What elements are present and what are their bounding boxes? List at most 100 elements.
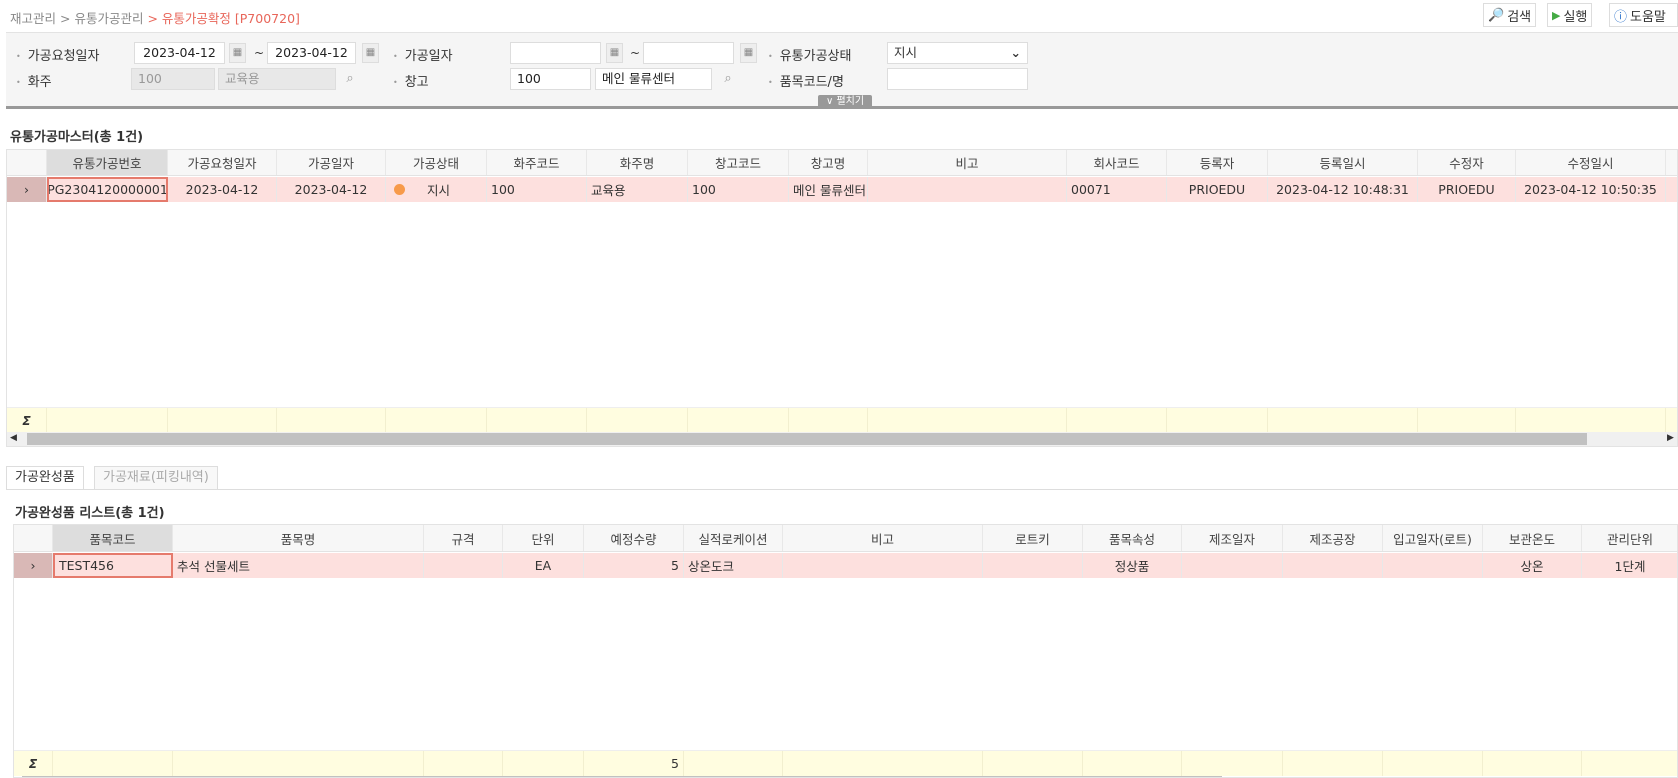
status-select[interactable]: 지시 ⌄ bbox=[887, 42, 1028, 64]
column-header[interactable]: 수정자 bbox=[1418, 150, 1516, 175]
column-header[interactable]: 제조공장 bbox=[1283, 525, 1383, 551]
column-header[interactable]: 입고일자(로트) bbox=[1383, 525, 1483, 551]
run-button[interactable]: ▶ 실행 bbox=[1547, 3, 1593, 27]
column-header[interactable]: 품목속성 bbox=[1083, 525, 1182, 551]
search-button[interactable]: 🔎 검색 bbox=[1483, 3, 1537, 27]
status-cell[interactable]: 지시 bbox=[386, 177, 487, 202]
column-header[interactable]: 비고 bbox=[868, 150, 1067, 175]
breadcrumb-item[interactable]: 유통가공관리 bbox=[74, 11, 143, 26]
column-header[interactable]: 화주명 bbox=[587, 150, 688, 175]
warehouse-name-input[interactable]: 메인 물류센터 bbox=[595, 68, 712, 90]
warehouse-code-input[interactable]: 100 bbox=[510, 68, 591, 90]
proc-date-from-input[interactable] bbox=[510, 42, 601, 64]
expand-button[interactable]: ∨ 펼치기 bbox=[818, 95, 872, 109]
column-header[interactable]: 단위 bbox=[503, 525, 584, 551]
cell[interactable]: EA bbox=[503, 553, 584, 578]
cell[interactable] bbox=[983, 553, 1083, 578]
cell[interactable]: 100 bbox=[487, 177, 587, 202]
cell[interactable]: 2023-04-12 bbox=[277, 177, 386, 202]
tab-materials[interactable]: 가공재료(피킹내역) bbox=[94, 466, 218, 490]
column-header[interactable]: 예정수량 bbox=[584, 525, 684, 551]
column-header[interactable]: 보관온도 bbox=[1483, 525, 1582, 551]
cell[interactable] bbox=[424, 553, 503, 578]
cell[interactable]: TEST456 bbox=[53, 553, 173, 578]
column-header[interactable]: 비고 bbox=[783, 525, 983, 551]
column-header[interactable]: 회사코드 bbox=[1067, 150, 1167, 175]
table-row[interactable]: › TEST456 추석 선물세트 EA 5 상온도크 정상품 상온 1단계 bbox=[14, 553, 1677, 578]
chevron-down-icon: ∨ bbox=[825, 96, 837, 107]
magnifier-icon: 🔎 bbox=[1488, 7, 1505, 23]
cell[interactable] bbox=[868, 177, 1067, 202]
owner-code-input[interactable]: 100 bbox=[131, 68, 215, 90]
breadcrumb-item[interactable]: 재고관리 bbox=[10, 11, 56, 26]
cell[interactable] bbox=[1283, 553, 1383, 578]
cell[interactable]: 00071 bbox=[1067, 177, 1167, 202]
help-button[interactable]: ⓘ 도움말 bbox=[1609, 3, 1678, 27]
cell[interactable]: 추석 선물세트 bbox=[173, 553, 424, 578]
column-header[interactable]: 유통가공번호 bbox=[47, 150, 168, 175]
sum-row: Σ bbox=[7, 407, 1677, 432]
cell[interactable] bbox=[783, 553, 983, 578]
row-header-cell bbox=[14, 525, 53, 551]
table-row[interactable]: › PG2304120000001 2023-04-12 2023-04-12 … bbox=[7, 177, 1677, 202]
calendar-icon[interactable]: ▦ bbox=[362, 43, 379, 63]
cell[interactable]: 2023-04-12 10:48:31 bbox=[1268, 177, 1418, 202]
status-label: 유통가공상태 bbox=[768, 45, 852, 64]
horizontal-scrollbar[interactable]: ◀ ▶ bbox=[7, 432, 1677, 446]
column-header[interactable]: 품목명 bbox=[173, 525, 424, 551]
cell[interactable]: 100 bbox=[688, 177, 789, 202]
cell[interactable] bbox=[1383, 553, 1483, 578]
column-header[interactable]: 품목코드 bbox=[53, 525, 173, 551]
cell[interactable]: 1단계 bbox=[1582, 553, 1677, 578]
cell[interactable]: 상온 bbox=[1483, 553, 1582, 578]
cell[interactable]: PRIOEDU bbox=[1167, 177, 1268, 202]
column-header[interactable]: 수정일시 bbox=[1516, 150, 1666, 175]
req-date-to-input[interactable]: 2023-04-12 bbox=[267, 42, 356, 64]
cell[interactable]: 5 bbox=[584, 553, 684, 578]
cell[interactable]: 2023-04-12 10:50:35 bbox=[1516, 177, 1666, 202]
tab-finished-goods[interactable]: 가공완성품 bbox=[6, 466, 84, 490]
owner-name-input[interactable]: 교육용 bbox=[218, 68, 336, 90]
column-header[interactable]: 가공일자 bbox=[277, 150, 386, 175]
row-indicator-icon: › bbox=[14, 553, 53, 578]
column-header[interactable]: 가공상태 bbox=[386, 150, 487, 175]
column-header[interactable]: 가공요청일자 bbox=[168, 150, 277, 175]
cell[interactable] bbox=[1182, 553, 1283, 578]
calendar-icon[interactable]: ▦ bbox=[229, 43, 246, 63]
owner-label: 화주 bbox=[16, 71, 52, 90]
column-header[interactable]: 규격 bbox=[424, 525, 503, 551]
scroll-right-icon[interactable]: ▶ bbox=[1667, 433, 1674, 443]
cell[interactable]: 2023-04-12 bbox=[168, 177, 277, 202]
status-value: 지시 bbox=[894, 45, 918, 60]
sum-icon: Σ bbox=[7, 408, 47, 432]
search-icon[interactable]: ⌕ bbox=[719, 69, 737, 89]
column-header[interactable]: 창고명 bbox=[789, 150, 868, 175]
cell[interactable]: 정상품 bbox=[1083, 553, 1182, 578]
column-header[interactable]: 등록일시 bbox=[1268, 150, 1418, 175]
scroll-left-icon[interactable]: ◀ bbox=[10, 433, 17, 443]
cell[interactable]: 상온도크 bbox=[684, 553, 783, 578]
proc-date-to-input[interactable] bbox=[643, 42, 734, 64]
play-icon: ▶ bbox=[1552, 8, 1561, 22]
column-header[interactable]: 관리단위 bbox=[1582, 525, 1677, 551]
column-header[interactable]: 창고코드 bbox=[688, 150, 789, 175]
scrollbar-thumb[interactable] bbox=[27, 433, 1587, 445]
column-header[interactable]: 화주코드 bbox=[487, 150, 587, 175]
column-header[interactable]: 제조일자 bbox=[1182, 525, 1283, 551]
sum-qty: 5 bbox=[584, 751, 684, 776]
cell[interactable]: 교육용 bbox=[587, 177, 688, 202]
req-date-from-input[interactable]: 2023-04-12 bbox=[134, 42, 225, 64]
calendar-icon[interactable]: ▦ bbox=[740, 43, 757, 63]
calendar-icon[interactable]: ▦ bbox=[606, 43, 623, 63]
item-input[interactable] bbox=[887, 68, 1028, 90]
column-header[interactable]: 실적로케이션 bbox=[684, 525, 783, 551]
detail-grid: 품목코드 품목명 규격 단위 예정수량 실적로케이션 비고 로트키 품목속성 제… bbox=[13, 524, 1678, 778]
search-label: 검색 bbox=[1507, 9, 1532, 25]
column-header[interactable]: 등록자 bbox=[1167, 150, 1268, 175]
tilde: ~ bbox=[630, 46, 641, 60]
cell[interactable]: PG2304120000001 bbox=[47, 177, 168, 202]
search-icon[interactable]: ⌕ bbox=[341, 69, 359, 89]
column-header[interactable]: 로트키 bbox=[983, 525, 1083, 551]
cell[interactable]: 메인 물류센터 bbox=[789, 177, 868, 202]
cell[interactable]: PRIOEDU bbox=[1418, 177, 1516, 202]
